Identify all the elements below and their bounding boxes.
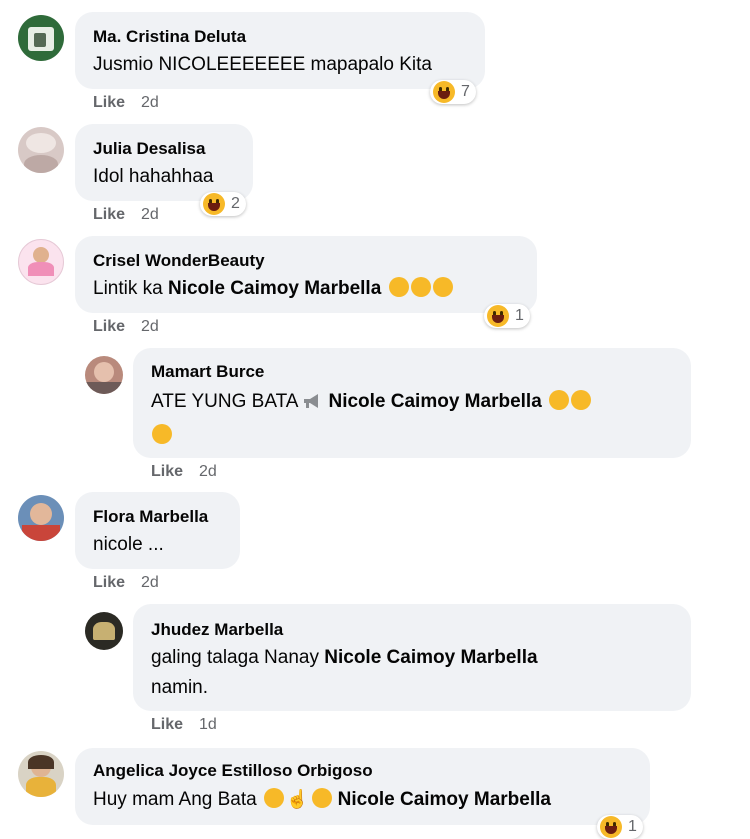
comment-actions: Like 2d — [93, 318, 159, 336]
comment-text-prefix: galing talaga Nanay — [151, 647, 325, 668]
avatar[interactable] — [18, 495, 64, 541]
haha-reaction-icon — [600, 816, 622, 838]
comment-text: nicole ... — [93, 534, 164, 555]
comment-text: ATE YUNG BATA Nicole Caimoy Marbella — [151, 386, 592, 418]
comment-timestamp[interactable]: 2d — [141, 318, 159, 335]
reaction-count: 7 — [461, 83, 470, 100]
laughing-emoji-icon — [388, 277, 409, 297]
mention-link[interactable]: Nicole Caimoy Marbella — [168, 278, 381, 299]
comment-author[interactable]: Angelica Joyce Estilloso Orbigoso — [93, 761, 373, 781]
comment-text-prefix: Lintik ka — [93, 278, 168, 299]
comment-timestamp[interactable]: 2d — [141, 574, 159, 591]
comment-text: Lintik ka Nicole Caimoy Marbella — [93, 273, 453, 305]
comment-text: Huy mam Ang Bata ☝ Nicole Caimoy Marbell… — [93, 783, 551, 816]
comment-author[interactable]: Flora Marbella — [93, 507, 208, 527]
rofl-emoji-icon — [312, 788, 333, 808]
reaction-count: 1 — [515, 307, 524, 324]
avatar[interactable] — [18, 239, 64, 285]
comment-text: galing talaga Nanay Nicole Caimoy Marbel… — [151, 642, 538, 674]
haha-reaction-icon — [433, 81, 455, 103]
comment-text: Idol hahahhaa — [93, 166, 214, 187]
comment-timestamp[interactable]: 2d — [141, 94, 159, 111]
reaction-summary[interactable]: 7 — [430, 80, 476, 104]
comment-text: Jusmio NICOLEEEEEEE mapapalo Kita — [93, 54, 432, 75]
haha-reaction-icon — [487, 305, 509, 327]
like-button[interactable]: Like — [93, 318, 125, 335]
comment-text-prefix: ATE YUNG BATA — [151, 391, 299, 412]
comment-timestamp[interactable]: 1d — [199, 716, 217, 733]
comment-timestamp[interactable]: 2d — [199, 463, 217, 480]
sweat-smile-emoji-icon — [152, 424, 172, 446]
pointing-finger-icon: ☝ — [285, 789, 309, 809]
like-button[interactable]: Like — [93, 94, 125, 111]
comment-timestamp[interactable]: 2d — [141, 206, 159, 223]
like-button[interactable]: Like — [151, 716, 183, 733]
avatar[interactable] — [18, 751, 64, 797]
haha-reaction-icon — [203, 193, 225, 215]
comment-author[interactable]: Crisel WonderBeauty — [93, 251, 265, 271]
comment-author[interactable]: Ma. Cristina Deluta — [93, 27, 246, 47]
comment-actions: Like 2d — [151, 463, 217, 481]
comment-author[interactable]: Jhudez Marbella — [151, 620, 283, 640]
avatar[interactable] — [18, 15, 64, 61]
mention-link[interactable]: Nicole Caimoy Marbella — [324, 647, 537, 668]
mention-link[interactable]: Nicole Caimoy Marbella — [328, 391, 541, 412]
avatar[interactable] — [85, 356, 123, 394]
reaction-count: 1 — [628, 818, 637, 835]
reaction-count: 2 — [231, 195, 240, 212]
comment-text-continued: namin. — [151, 677, 209, 698]
avatar[interactable] — [85, 612, 123, 650]
like-button[interactable]: Like — [93, 574, 125, 591]
avatar[interactable] — [18, 127, 64, 173]
comment-actions: Like 2d — [93, 206, 159, 224]
comment-text-prefix: Huy mam Ang Bata — [93, 789, 262, 810]
comment-author[interactable]: Julia Desalisa — [93, 139, 205, 159]
megaphone-icon — [304, 394, 319, 408]
sweat-smile-emoji-icon — [549, 390, 570, 410]
reaction-summary[interactable]: 2 — [200, 192, 246, 216]
comment-actions: Like 2d — [93, 574, 159, 592]
sweat-smile-emoji-icon — [571, 390, 592, 410]
reaction-summary[interactable]: 1 — [484, 304, 530, 328]
reaction-summary[interactable]: 1 — [597, 815, 643, 839]
comment-actions: Like 2d — [93, 94, 159, 112]
laughing-emoji-icon — [410, 277, 431, 297]
like-button[interactable]: Like — [93, 206, 125, 223]
comment-actions: Like 1d — [151, 716, 217, 734]
like-button[interactable]: Like — [151, 463, 183, 480]
mention-link[interactable]: Nicole Caimoy Marbella — [338, 789, 551, 810]
comment-author[interactable]: Mamart Burce — [151, 362, 264, 382]
laughing-emoji-icon — [432, 277, 453, 297]
rofl-emoji-icon — [263, 788, 284, 808]
